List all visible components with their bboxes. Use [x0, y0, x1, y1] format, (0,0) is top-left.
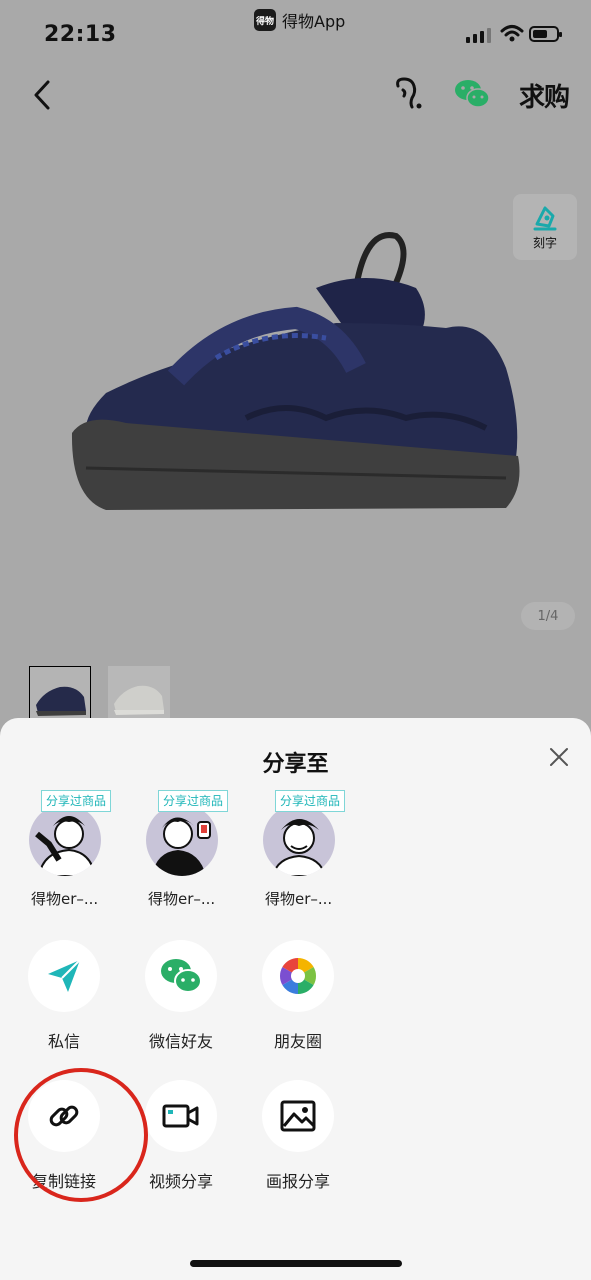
- share-video[interactable]: 视频分享: [145, 1080, 265, 1200]
- share-moments[interactable]: 朋友圈: [262, 940, 382, 1060]
- action-label: 微信好友: [148, 1032, 213, 1051]
- product-shoe-image[interactable]: [66, 228, 524, 520]
- action-label: 朋友圈: [273, 1032, 322, 1051]
- signal-icon: [466, 27, 491, 43]
- avatar-illustration: [271, 819, 327, 876]
- action-label: 复制链接: [31, 1172, 96, 1191]
- seek-button[interactable]: 求购: [519, 77, 570, 114]
- image-icon: [280, 1100, 316, 1132]
- shared-product-badge: 分享过商品: [158, 790, 229, 812]
- video-camera-icon: [162, 1104, 199, 1128]
- wifi-icon: [500, 25, 524, 42]
- wechat-friend-button[interactable]: [145, 940, 217, 1012]
- shared-product-badge: 分享过商品: [41, 790, 112, 812]
- link-icon: [49, 1105, 79, 1127]
- pen-icon: [533, 206, 557, 230]
- contact-avatar: [146, 804, 218, 876]
- app-logo-icon: 得物: [254, 9, 276, 31]
- contact-name: 得物er–...: [265, 890, 333, 908]
- action-label: 视频分享: [148, 1172, 213, 1191]
- recent-contact[interactable]: 分享过商品 得物er–...: [29, 790, 129, 910]
- share-private-message[interactable]: 私信: [28, 940, 148, 1060]
- app-name: 得物App: [282, 12, 346, 31]
- home-indicator[interactable]: [190, 1260, 402, 1267]
- engrave-label: 刻字: [532, 235, 557, 250]
- shared-product-badge: 分享过商品: [275, 790, 346, 812]
- action-label: 画报分享: [265, 1172, 330, 1191]
- close-icon[interactable]: [548, 746, 570, 768]
- back-arrow-icon[interactable]: [28, 78, 58, 112]
- share-sheet-title: 分享至: [262, 752, 329, 777]
- wechat-share-icon[interactable]: [454, 78, 490, 110]
- video-share-button[interactable]: [145, 1080, 217, 1152]
- gallery-thumbnail-2[interactable]: [108, 666, 170, 722]
- status-time: 22:13: [44, 22, 117, 47]
- thumbnail-shoe-image: [36, 686, 86, 716]
- app-indicator: 得物 得物App: [254, 8, 345, 32]
- contact-avatar: [263, 804, 335, 876]
- poster-share-button[interactable]: [262, 1080, 334, 1152]
- recent-contact[interactable]: 分享过商品 得物er–...: [263, 790, 363, 910]
- thumbnail-shoe-image: [114, 685, 164, 715]
- contact-name: 得物er–...: [31, 890, 99, 908]
- copy-link-button[interactable]: [28, 1080, 100, 1152]
- action-label: 私信: [47, 1032, 80, 1051]
- share-sheet: 分享至 分享过商品 得物er–... 分享过商品 得物er–... 分享过商品 …: [0, 718, 591, 1280]
- gallery-page-indicator: 1/4: [521, 602, 575, 630]
- status-bar: 22:13 得物 得物App: [0, 0, 591, 70]
- moments-button[interactable]: [262, 940, 334, 1012]
- avatar-illustration: [35, 816, 97, 876]
- paper-plane-icon: [48, 959, 81, 992]
- contact-avatar: [29, 804, 101, 876]
- moments-icon: [279, 958, 317, 994]
- foot-size-icon[interactable]: [392, 76, 424, 112]
- share-poster[interactable]: 画报分享: [262, 1080, 382, 1200]
- share-wechat-friend[interactable]: 微信好友: [145, 940, 265, 1060]
- contact-name: 得物er–...: [148, 890, 216, 908]
- wechat-icon: [161, 959, 202, 993]
- share-copy-link[interactable]: 复制链接: [28, 1080, 148, 1200]
- recent-contact[interactable]: 分享过商品 得物er–...: [146, 790, 246, 910]
- avatar-illustration: [152, 817, 211, 876]
- battery-icon: [529, 26, 562, 42]
- private-message-button[interactable]: [28, 940, 100, 1012]
- gallery-thumbnail-1[interactable]: [29, 666, 91, 722]
